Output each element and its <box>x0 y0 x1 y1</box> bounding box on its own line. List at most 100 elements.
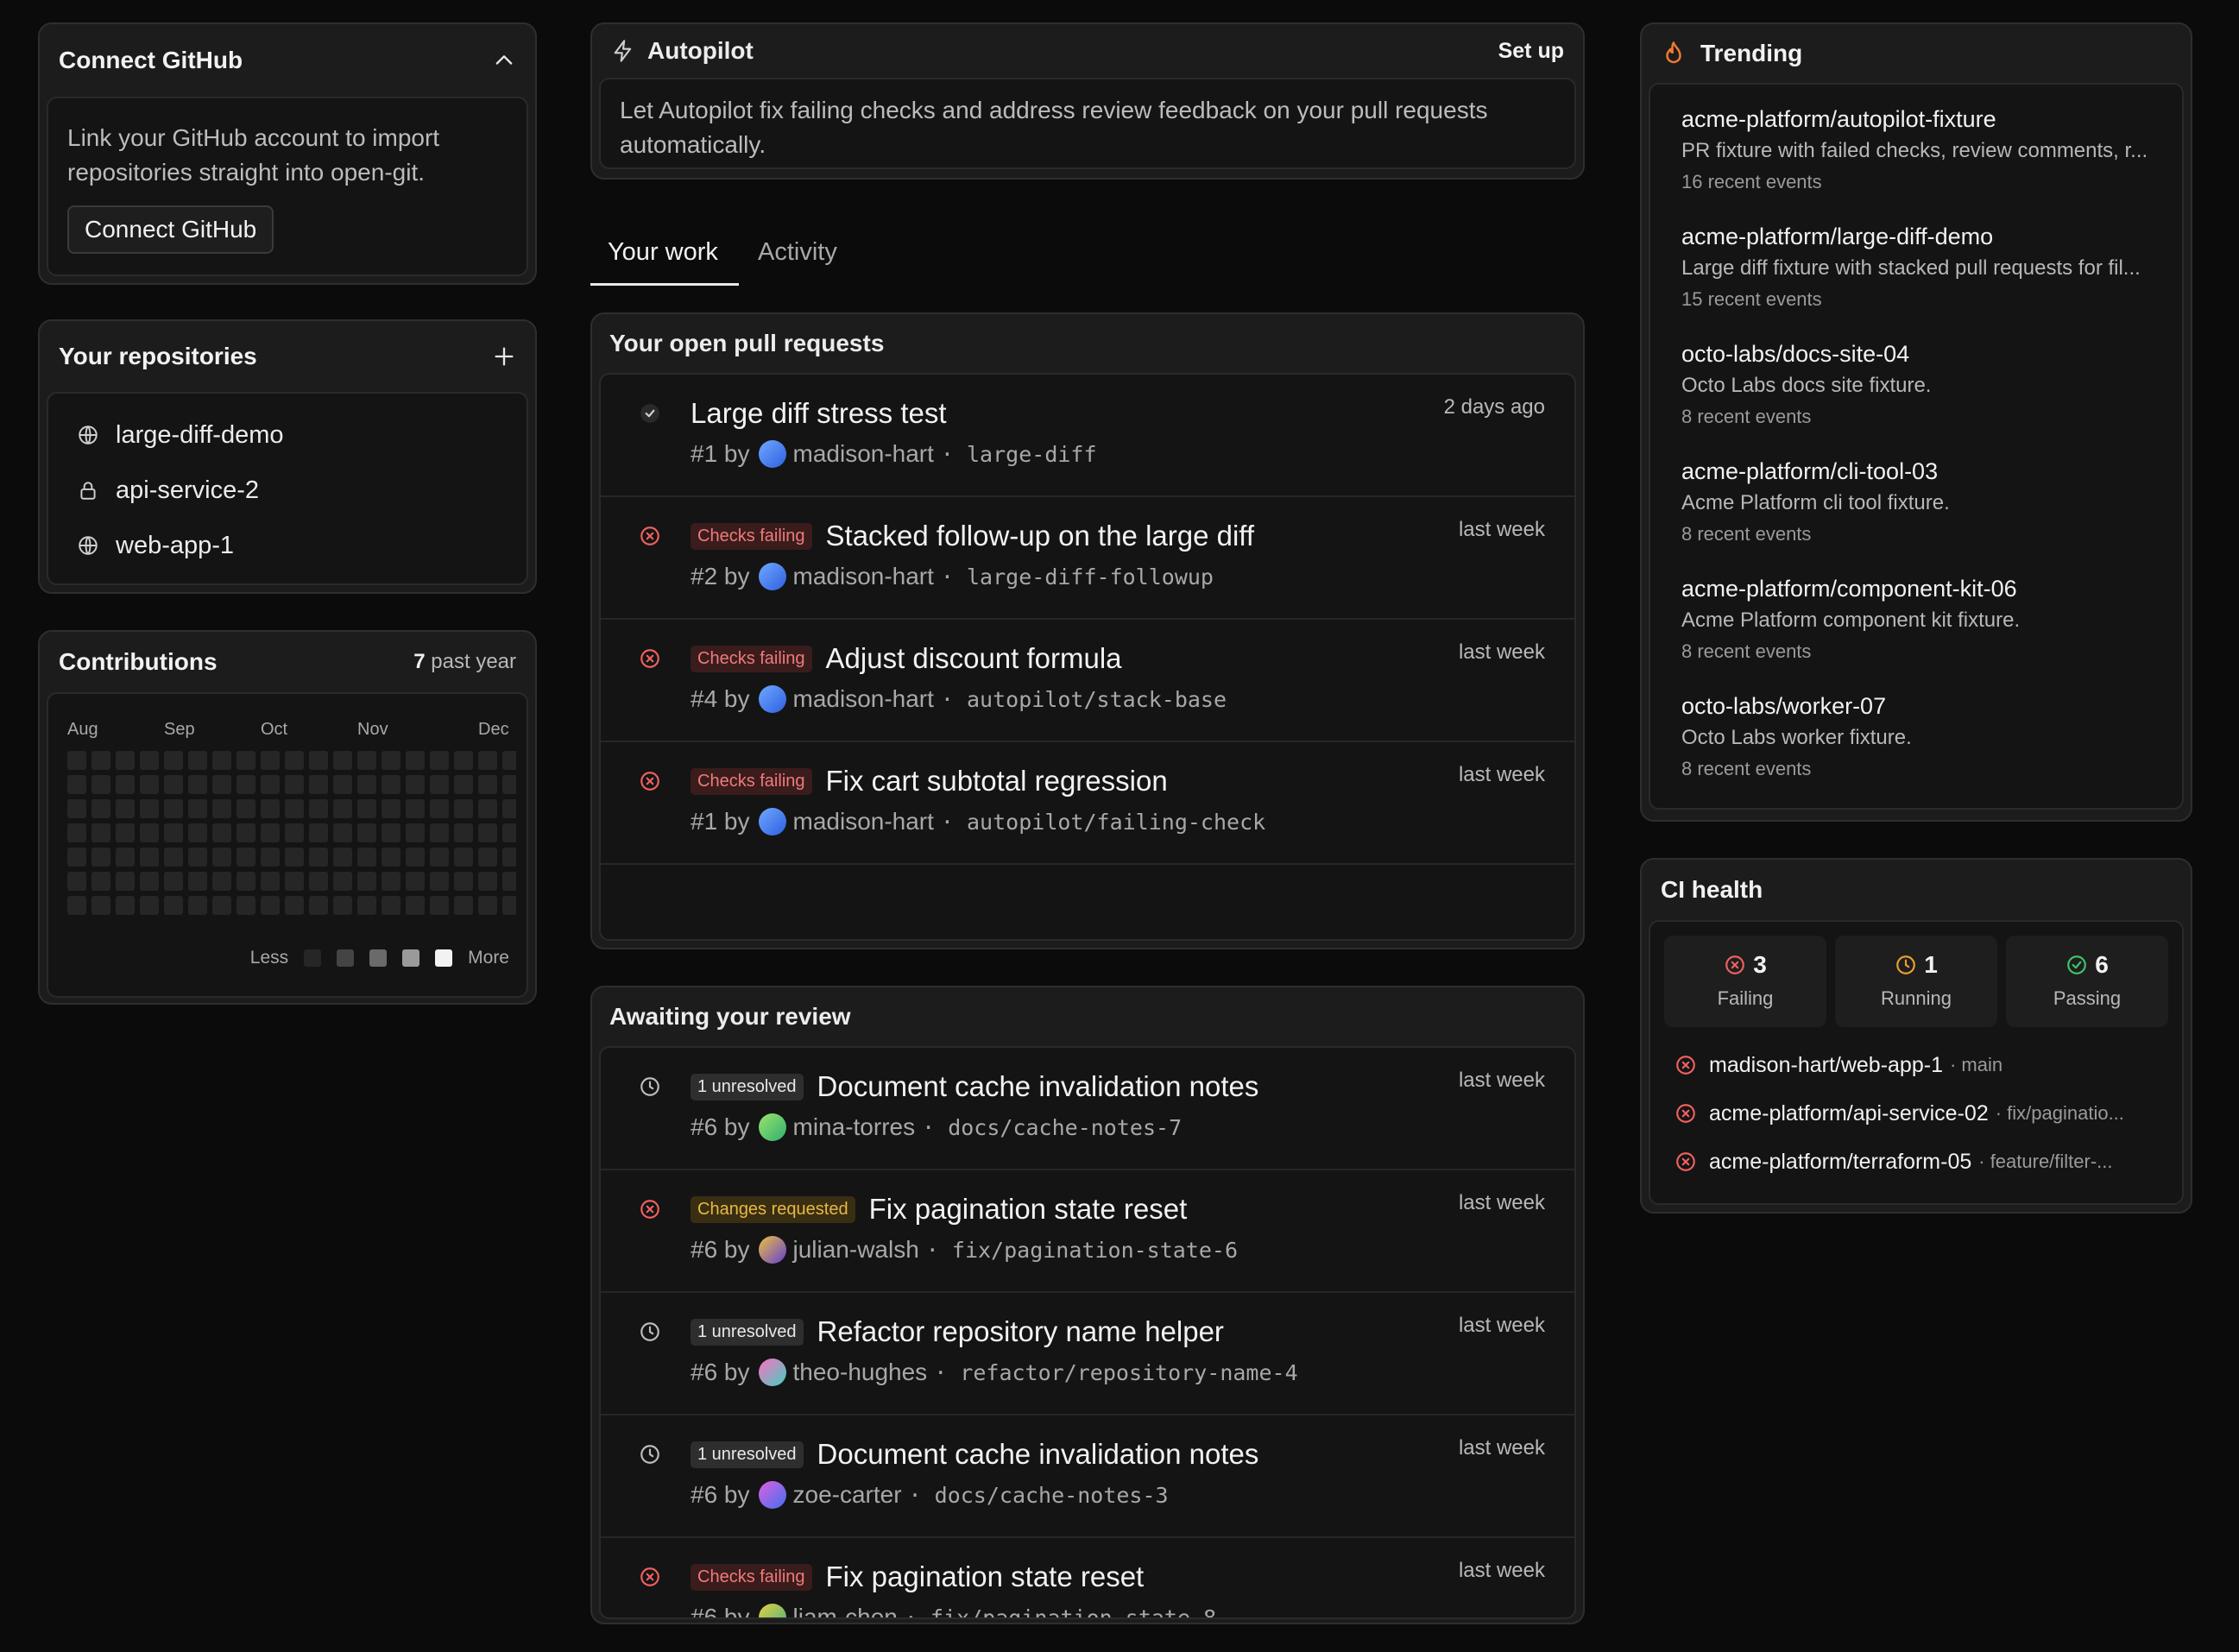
heatmap-cell <box>188 872 207 891</box>
plus-icon[interactable] <box>492 344 516 369</box>
pull-request-author[interactable]: madison-hart <box>793 685 934 713</box>
avatar <box>758 563 786 590</box>
contribution-legend: Less More <box>250 948 509 968</box>
ci-run-repo[interactable]: acme-platform/api-service-02 <box>1709 1101 1989 1126</box>
pull-request-time: last week <box>1458 1559 1545 1582</box>
pull-request-title[interactable]: Document cache invalidation notes <box>817 1438 1259 1471</box>
pull-request-author[interactable]: mina-torres <box>793 1113 916 1141</box>
heatmap-cell <box>261 799 280 818</box>
heatmap-cell <box>382 751 400 770</box>
ci-run-repo[interactable]: acme-platform/terraform-05 <box>1709 1150 1971 1175</box>
autopilot-setup-button[interactable]: Set up <box>1498 39 1564 64</box>
ci-run-row[interactable]: acme-platform/api-service-02 · fix/pagina… <box>1664 1089 2168 1138</box>
heatmap-cell <box>212 848 231 867</box>
heatmap-cell <box>309 775 328 794</box>
repo-item-api-service-2[interactable]: api-service-2 <box>62 463 513 518</box>
trending-repo-name[interactable]: acme-platform/cli-tool-03 <box>1681 456 2161 487</box>
pull-request-row[interactable]: Checks failing Fix pagination state reset… <box>601 1538 1574 1617</box>
ci-run-row[interactable]: acme-platform/terraform-05 · feature/filt… <box>1664 1138 2168 1186</box>
tab-activity[interactable]: Activity <box>758 238 837 267</box>
repo-item-web-app-1[interactable]: web-app-1 <box>62 518 513 573</box>
x-circle-icon <box>1675 1151 1697 1173</box>
pull-request-row[interactable]: Checks failing Stacked follow-up on the l… <box>601 497 1574 620</box>
pull-request-row[interactable]: 1 unresolved Document cache invalidation … <box>601 1416 1574 1538</box>
avatar <box>758 1113 786 1141</box>
trending-repo-name[interactable]: octo-labs/worker-07 <box>1681 690 2161 722</box>
pull-request-author[interactable]: madison-hart <box>793 563 934 590</box>
ci-stat-failing[interactable]: 3 Failing <box>1664 936 1826 1027</box>
ci-run-branch: · fix/paginatio... <box>1995 1102 2124 1124</box>
pull-request-author[interactable]: theo-hughes <box>793 1359 928 1386</box>
ci-run-row[interactable]: madison-hart/web-app-1 · main <box>1664 1041 2168 1089</box>
pull-request-row[interactable]: Checks failing Adjust discount formula #4 … <box>601 620 1574 742</box>
trending-repo-name[interactable]: acme-platform/component-kit-06 <box>1681 573 2161 604</box>
trending-item[interactable]: acme-platform/large-diff-demo Large diff … <box>1681 221 2161 338</box>
heatmap-cell <box>382 823 400 842</box>
heatmap-cell <box>212 775 231 794</box>
pull-request-author[interactable]: madison-hart <box>793 808 934 835</box>
trending-item[interactable]: acme-platform/component-kit-06 Acme Platf… <box>1681 573 2161 690</box>
trending-repo-events: 8 recent events <box>1681 523 1812 545</box>
pull-request-time: last week <box>1458 1436 1545 1460</box>
heatmap-cell <box>382 775 400 794</box>
tab-your-work[interactable]: Your work <box>608 238 718 267</box>
trending-item[interactable]: octo-labs/worker-07 Octo Labs worker fixt… <box>1681 690 2161 808</box>
pull-request-title[interactable]: Large diff stress test <box>691 397 947 430</box>
trending-item[interactable]: acme-platform/autopilot-fixture PR fixtur… <box>1681 104 2161 221</box>
status-badge: Checks failing <box>691 645 812 672</box>
ci-run-repo[interactable]: madison-hart/web-app-1 <box>1709 1053 1943 1078</box>
heatmap-cell <box>91 896 110 915</box>
heatmap-cell <box>430 872 449 891</box>
ci-stat-label: Running <box>1881 987 1952 1009</box>
ci-health-card: CI health 3 Failing 1 Running 6 Passing … <box>1640 858 2192 1214</box>
pull-request-author[interactable]: liam-chen <box>793 1604 898 1617</box>
avatar <box>758 1359 786 1386</box>
pull-request-branch: · docs/cache-notes-3 <box>908 1482 1169 1508</box>
ci-stat-passing[interactable]: 6 Passing <box>2006 936 2168 1027</box>
heatmap-cell <box>237 872 255 891</box>
clock-icon <box>639 1443 661 1466</box>
contributions-card: Contributions 7 past year Aug Sep Oct No… <box>38 630 537 1005</box>
pull-request-title[interactable]: Fix pagination state reset <box>869 1193 1188 1226</box>
repo-item-large-diff-demo[interactable]: large-diff-demo <box>62 407 513 463</box>
x-circle-icon <box>639 525 661 547</box>
lightning-icon <box>611 39 635 63</box>
connect-github-button[interactable]: Connect GitHub <box>67 205 274 254</box>
pull-request-row[interactable]: Changes requested Fix pagination state re… <box>601 1170 1574 1293</box>
contributions-summary: 7 past year <box>413 650 516 674</box>
pull-request-time: last week <box>1458 518 1545 541</box>
pull-request-title[interactable]: Stacked follow-up on the large diff <box>826 520 1255 552</box>
trending-repo-name[interactable]: acme-platform/large-diff-demo <box>1681 221 2161 252</box>
heatmap-cell <box>188 775 207 794</box>
pull-request-number: #6 by <box>691 1113 750 1140</box>
pull-request-time: last week <box>1458 763 1545 786</box>
pull-request-row[interactable]: Checks failing Fix cart subtotal regressi… <box>601 742 1574 865</box>
ci-run-branch: · feature/filter-... <box>1978 1151 2113 1172</box>
heatmap-cell <box>67 751 86 770</box>
chevron-up-icon[interactable] <box>492 48 516 73</box>
pull-request-row[interactable]: Large diff stress test #1 by madison-hart ·… <box>601 375 1574 497</box>
ci-stat-running[interactable]: 1 Running <box>1835 936 1997 1027</box>
ci-run-list: madison-hart/web-app-1 · main acme-platfor… <box>1664 1041 2168 1186</box>
pull-request-author[interactable]: zoe-carter <box>793 1481 902 1509</box>
repositories-card: Your repositories large-diff-demo api-se… <box>38 319 537 594</box>
heatmap-cell <box>382 872 400 891</box>
pull-request-row[interactable]: 1 unresolved Document cache invalidation … <box>601 1048 1574 1170</box>
pull-request-branch: · large-diff <box>940 441 1097 467</box>
pull-request-title[interactable]: Refactor repository name helper <box>817 1315 1224 1348</box>
trending-item[interactable]: acme-platform/cli-tool-03 Acme Platform c… <box>1681 456 2161 573</box>
heatmap-cell <box>357 799 376 818</box>
pull-request-row[interactable]: 1 unresolved Refactor repository name hel… <box>601 1293 1574 1416</box>
legend-swatch <box>402 949 420 967</box>
trending-item[interactable]: octo-labs/docs-site-04 Octo Labs docs sit… <box>1681 338 2161 456</box>
pull-request-author[interactable]: julian-walsh <box>793 1236 919 1264</box>
heatmap-cell <box>430 848 449 867</box>
pull-request-author[interactable]: madison-hart <box>793 440 934 468</box>
check-circle-icon <box>639 402 661 425</box>
pull-request-title[interactable]: Adjust discount formula <box>826 642 1122 675</box>
pull-request-title[interactable]: Document cache invalidation notes <box>817 1070 1259 1103</box>
trending-repo-name[interactable]: acme-platform/autopilot-fixture <box>1681 104 2161 135</box>
pull-request-title[interactable]: Fix pagination state reset <box>826 1561 1145 1593</box>
pull-request-title[interactable]: Fix cart subtotal regression <box>826 765 1168 798</box>
trending-repo-name[interactable]: octo-labs/docs-site-04 <box>1681 338 2161 369</box>
